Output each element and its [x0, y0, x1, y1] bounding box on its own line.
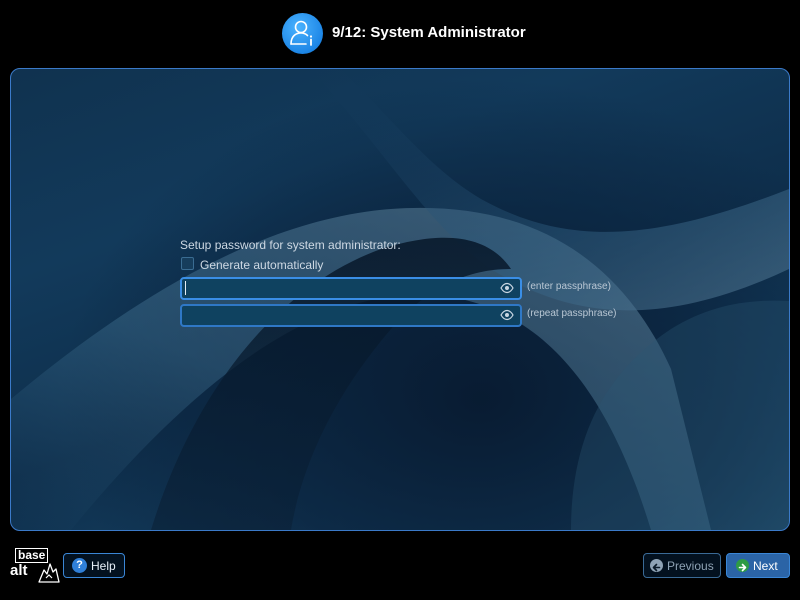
- basealt-logo: base alt: [10, 547, 60, 585]
- help-button[interactable]: ? Help: [63, 553, 125, 578]
- generate-automatically-checkbox[interactable]: [181, 257, 194, 270]
- password-input[interactable]: [180, 277, 522, 300]
- logo-text-alt: alt: [10, 562, 28, 579]
- user-info-icon: [282, 13, 323, 54]
- generate-automatically-label[interactable]: Generate automatically: [200, 258, 323, 272]
- eye-icon[interactable]: [500, 282, 514, 294]
- previous-button-label: Previous: [667, 559, 714, 573]
- arrow-right-icon: [736, 559, 749, 572]
- arrow-left-icon: [650, 559, 663, 572]
- setup-password-label: Setup password for system administrator:: [180, 238, 401, 252]
- help-icon: ?: [72, 558, 87, 573]
- installer-screen: 9/12: System Administrator Setup passwor…: [0, 0, 800, 600]
- previous-button[interactable]: Previous: [643, 553, 721, 578]
- mascot-icon: [38, 563, 60, 583]
- content-panel: Setup password for system administrator:…: [10, 68, 790, 531]
- text-cursor: [185, 281, 186, 295]
- enter-passphrase-hint: (enter passphrase): [527, 281, 611, 292]
- repeat-passphrase-hint: (repeat passphrase): [527, 308, 617, 319]
- eye-icon[interactable]: [500, 309, 514, 321]
- next-button[interactable]: Next: [726, 553, 790, 578]
- repeat-password-input[interactable]: [180, 304, 522, 327]
- next-button-label: Next: [753, 559, 778, 573]
- step-header: 9/12: System Administrator: [0, 0, 800, 68]
- help-button-label: Help: [91, 559, 116, 573]
- page-title: 9/12: System Administrator: [332, 24, 526, 41]
